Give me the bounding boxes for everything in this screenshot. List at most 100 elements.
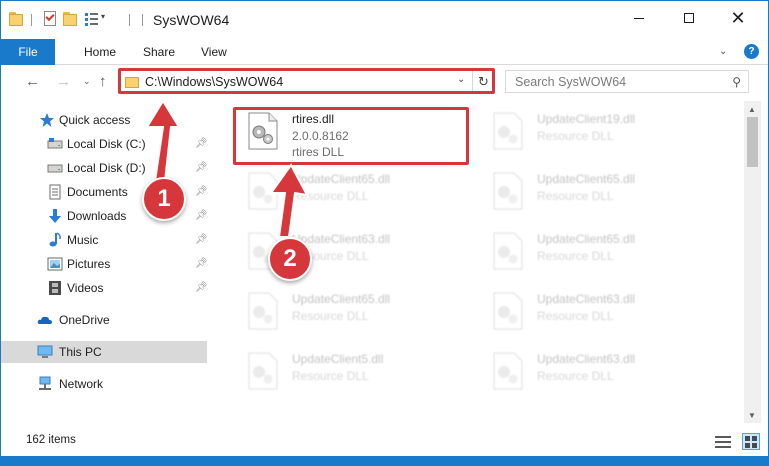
- title-bar: ▾ SysWOW64 ✕: [1, 1, 768, 39]
- pin-icon[interactable]: 📌︎: [195, 186, 208, 197]
- nav-item-label: Network: [59, 377, 104, 391]
- file-description: Resource DLL: [292, 189, 369, 203]
- download-arrow-icon: [49, 209, 61, 223]
- star-icon: [40, 113, 54, 127]
- minimize-button[interactable]: [616, 1, 662, 35]
- tab-home[interactable]: Home: [84, 39, 116, 65]
- network-icon: [39, 376, 51, 390]
- file-name: UpdateClient5.dll: [292, 352, 384, 366]
- cloud-icon: [37, 316, 52, 324]
- window-title: SysWOW64: [153, 12, 230, 28]
- nav-item-label: Music: [67, 233, 99, 247]
- file-description: Resource DLL: [537, 249, 614, 263]
- search-input[interactable]: Search SysWOW64 ⚲: [505, 70, 749, 93]
- file-tile[interactable]: UpdateClient65.dll Resource DLL: [224, 283, 464, 339]
- toolbar-separator: [129, 14, 130, 26]
- nav-item-videos[interactable]: Videos 📌︎: [1, 277, 208, 299]
- tab-share[interactable]: Share: [143, 39, 175, 65]
- chevron-down-icon[interactable]: ⌄: [719, 46, 727, 57]
- dll-file-icon: [493, 232, 523, 270]
- forward-arrow-icon[interactable]: →: [56, 73, 71, 90]
- dll-file-icon: [493, 172, 523, 210]
- nav-item-onedrive[interactable]: OneDrive: [1, 309, 207, 331]
- file-name: UpdateClient65.dll: [292, 172, 391, 186]
- file-tile[interactable]: UpdateClient65.dll Resource DLL: [224, 163, 464, 219]
- file-tile[interactable]: UpdateClient65.dll Resource DLL: [469, 223, 709, 279]
- close-button[interactable]: ✕: [715, 1, 761, 35]
- file-name: UpdateClient65.dll: [537, 232, 636, 246]
- details-view-icon[interactable]: [715, 435, 731, 449]
- large-icons-view-icon[interactable]: [742, 433, 760, 450]
- file-name: UpdateClient63.dll: [537, 292, 636, 306]
- drive-icon: [47, 164, 63, 173]
- nav-item-local-disk-d[interactable]: Local Disk (D:) 📌︎: [1, 157, 208, 179]
- callout-marker: 2: [268, 237, 312, 281]
- scroll-up-arrow-icon[interactable]: ▲: [748, 105, 756, 114]
- dll-file-icon: [493, 112, 523, 150]
- callout-marker: 1: [142, 177, 186, 221]
- search-icon[interactable]: ⚲: [732, 75, 741, 89]
- folder-icon[interactable]: [9, 11, 25, 27]
- nav-item-local-disk-c[interactable]: Local Disk (C:) 📌︎: [1, 133, 208, 155]
- nav-item-this-pc[interactable]: This PC: [1, 341, 207, 363]
- recent-locations-chevron-icon[interactable]: ⌄: [83, 76, 91, 87]
- file-name: UpdateClient65.dll: [292, 292, 391, 306]
- file-tile[interactable]: UpdateClient63.dll Resource DLL: [224, 223, 464, 279]
- dll-file-icon: [248, 352, 278, 390]
- music-note-icon: [49, 232, 61, 247]
- tab-file[interactable]: File: [1, 39, 55, 65]
- pin-icon[interactable]: 📌︎: [195, 210, 208, 221]
- vertical-scrollbar[interactable]: ▲ ▼: [744, 101, 761, 423]
- file-description: Resource DLL: [292, 369, 369, 383]
- nav-item-network[interactable]: Network: [1, 373, 207, 395]
- nav-item-music[interactable]: Music 📌︎: [1, 229, 208, 251]
- file-tile[interactable]: UpdateClient65.dll Resource DLL: [469, 163, 709, 219]
- pin-icon[interactable]: 📌︎: [195, 234, 208, 245]
- file-name: UpdateClient63.dll: [537, 352, 636, 366]
- documents-icon: [49, 184, 61, 200]
- item-count: 162 items: [26, 434, 76, 446]
- file-tile[interactable]: UpdateClient63.dll Resource DLL: [469, 283, 709, 339]
- up-arrow-icon[interactable]: ↑: [99, 73, 107, 90]
- pin-icon[interactable]: 📌︎: [195, 162, 208, 173]
- file-tile[interactable]: UpdateClient5.dll Resource DLL: [224, 343, 464, 399]
- explorer-window: ▾ SysWOW64 ✕ File Home Share View ⌄ ? ← …: [0, 0, 769, 466]
- navigation-pane: Quick access Local Disk (C:) 📌︎ Local Di…: [1, 101, 209, 423]
- nav-item-label: OneDrive: [59, 313, 110, 327]
- scroll-down-arrow-icon[interactable]: ▼: [748, 411, 756, 420]
- window-bottom-border: [1, 456, 769, 466]
- computer-icon: [37, 345, 53, 358]
- nav-item-label: Local Disk (C:): [67, 137, 146, 151]
- nav-item-label: Videos: [67, 281, 104, 295]
- customize-toolbar-icon[interactable]: [85, 11, 101, 27]
- properties-check-icon[interactable]: [43, 11, 59, 27]
- scrollbar-thumb[interactable]: [747, 117, 758, 167]
- back-arrow-icon[interactable]: ←: [25, 73, 40, 90]
- nav-item-label: Quick access: [59, 113, 131, 127]
- chevron-down-icon[interactable]: ▾: [101, 12, 105, 21]
- file-highlight-box: [233, 107, 469, 165]
- dll-file-icon: [493, 352, 523, 390]
- tab-view[interactable]: View: [201, 39, 227, 65]
- pin-icon[interactable]: 📌︎: [195, 258, 208, 269]
- help-icon[interactable]: ?: [744, 44, 759, 59]
- file-tile[interactable]: UpdateClient19.dll Resource DLL: [469, 103, 709, 159]
- dll-file-icon: [248, 292, 278, 330]
- file-tile[interactable]: UpdateClient63.dll Resource DLL: [469, 343, 709, 399]
- pictures-icon: [47, 257, 63, 271]
- address-highlight-box: [118, 68, 495, 94]
- dll-file-icon: [493, 292, 523, 330]
- pin-icon[interactable]: 📌︎: [195, 282, 208, 293]
- new-folder-icon[interactable]: [63, 11, 79, 27]
- maximize-button[interactable]: [666, 1, 712, 35]
- file-description: Resource DLL: [537, 309, 614, 323]
- nav-item-label: Local Disk (D:): [67, 161, 146, 175]
- nav-item-pictures[interactable]: Pictures 📌︎: [1, 253, 208, 275]
- pin-icon[interactable]: 📌︎: [195, 138, 208, 149]
- ribbon: File Home Share View ⌄ ?: [1, 39, 768, 65]
- dll-file-icon: [248, 172, 278, 210]
- file-description: Resource DLL: [537, 189, 614, 203]
- nav-item-label: Pictures: [67, 257, 111, 271]
- nav-item-quick-access[interactable]: Quick access: [1, 109, 207, 131]
- file-description: Resource DLL: [292, 309, 369, 323]
